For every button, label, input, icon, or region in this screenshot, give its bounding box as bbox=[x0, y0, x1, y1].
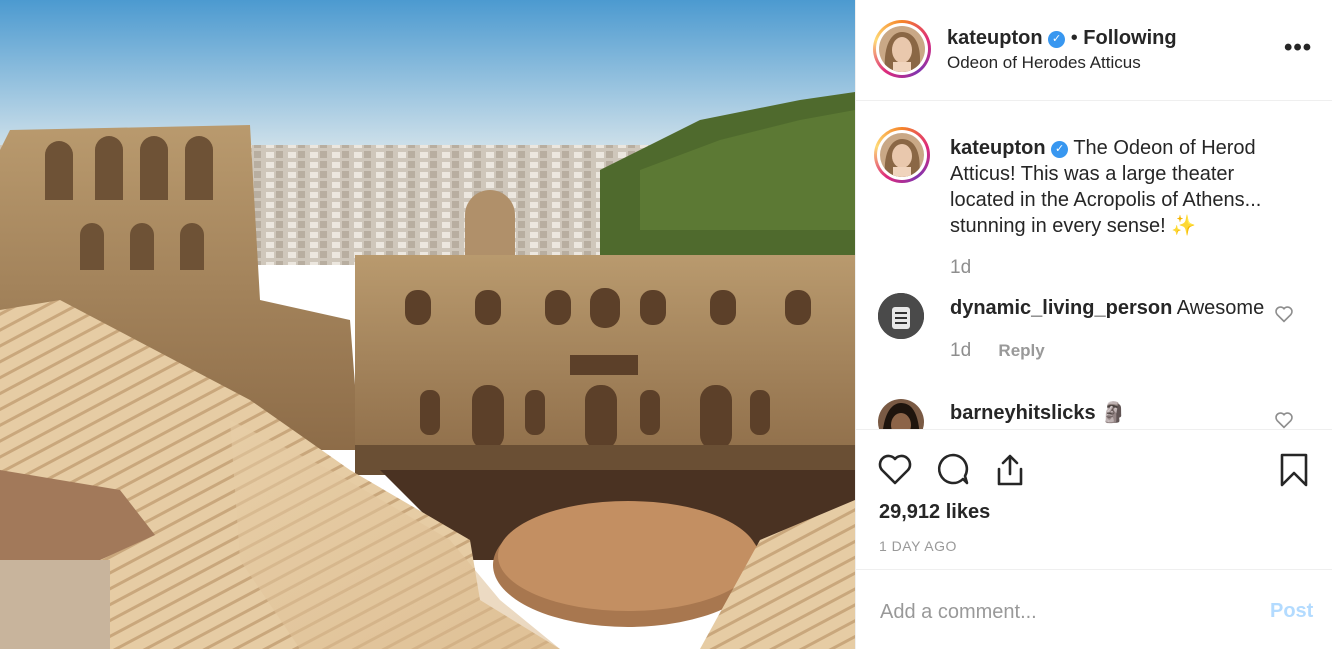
reply-button[interactable]: Reply bbox=[998, 341, 1044, 360]
comment-meta: 1d Reply bbox=[950, 340, 1045, 362]
like-comment-heart-icon[interactable] bbox=[1274, 411, 1294, 429]
avatar-image bbox=[880, 133, 924, 177]
username-link[interactable]: kateupton bbox=[947, 27, 1043, 49]
post-photo[interactable] bbox=[0, 0, 855, 649]
more-options-icon[interactable]: ••• bbox=[1284, 34, 1312, 62]
caption-username-link[interactable]: kateupton bbox=[950, 137, 1046, 159]
odeon-photo-image bbox=[0, 0, 855, 649]
following-button[interactable]: Following bbox=[1083, 27, 1176, 49]
like-comment-heart-icon[interactable] bbox=[1274, 305, 1294, 328]
story-ring[interactable] bbox=[873, 20, 931, 78]
post-actions: 29,912 likes 1 DAY AGO bbox=[856, 429, 1332, 570]
avatar-image bbox=[878, 293, 924, 339]
post-comment-button[interactable]: Post bbox=[1270, 600, 1313, 623]
caption-time: 1d bbox=[950, 257, 972, 278]
commenter-avatar[interactable] bbox=[878, 293, 924, 339]
posted-time: 1 DAY AGO bbox=[879, 538, 957, 554]
avatar bbox=[879, 26, 925, 72]
comments-list[interactable]: kateupton ✓ The Odeon of Herod Atticus! … bbox=[856, 101, 1332, 429]
caption-text-block: kateupton ✓ The Odeon of Herod Atticus! … bbox=[950, 135, 1280, 239]
add-comment-bar: Post bbox=[856, 569, 1332, 650]
comment-text: 🗿 bbox=[1101, 402, 1127, 424]
commenter-avatar[interactable] bbox=[878, 399, 924, 429]
post-header: kateupton ✓ • Following Odeon of Herodes… bbox=[856, 0, 1332, 101]
caption-story-ring[interactable] bbox=[874, 127, 930, 183]
likes-count[interactable]: 29,912 likes bbox=[879, 501, 990, 524]
caption-avatar bbox=[880, 133, 924, 177]
avatar-image bbox=[879, 26, 925, 72]
comment-username-link[interactable]: barneyhitslicks bbox=[950, 402, 1096, 424]
separator-dot: • bbox=[1070, 27, 1078, 49]
heart-icon[interactable] bbox=[877, 452, 913, 491]
avatar-image bbox=[878, 399, 924, 429]
verified-badge-icon: ✓ bbox=[1051, 141, 1069, 158]
comment-text-block: barneyhitslicks 🗿 bbox=[950, 400, 1280, 426]
bookmark-icon[interactable] bbox=[1278, 452, 1310, 493]
location-link[interactable]: Odeon of Herodes Atticus bbox=[947, 53, 1141, 73]
comment-text: Awesome bbox=[1176, 297, 1265, 319]
share-icon[interactable] bbox=[992, 452, 1028, 493]
comment-username-link[interactable]: dynamic_living_person bbox=[950, 297, 1172, 319]
add-comment-input[interactable] bbox=[878, 596, 1252, 628]
post-details-panel: kateupton ✓ • Following Odeon of Herodes… bbox=[855, 0, 1332, 649]
comment-time: 1d bbox=[950, 340, 972, 361]
comment-icon[interactable] bbox=[935, 452, 971, 491]
verified-badge-icon: ✓ bbox=[1048, 31, 1066, 48]
comment-text-block: dynamic_living_person Awesome bbox=[950, 295, 1280, 321]
header-user-line: kateupton ✓ • Following bbox=[947, 27, 1177, 50]
